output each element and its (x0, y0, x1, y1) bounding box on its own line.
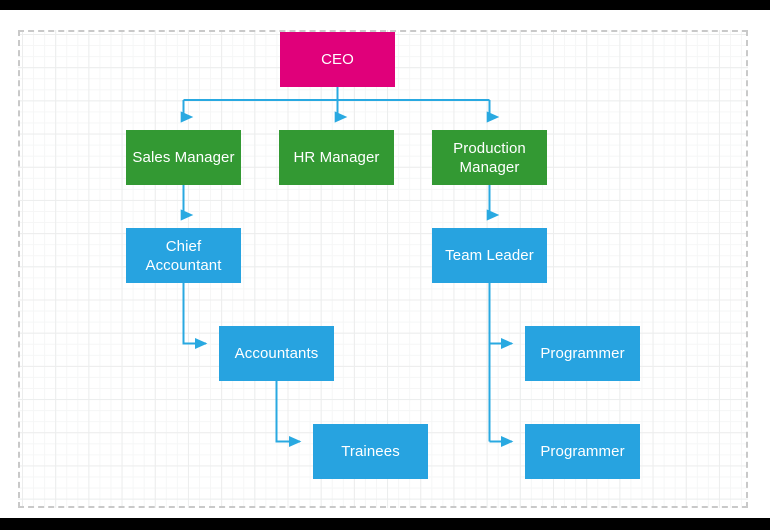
node-accountants-label: Accountants (234, 345, 319, 362)
node-programmer-2-label: Programmer (540, 443, 625, 460)
screenshot-frame: CEO Sales Manager HR Manager Production … (0, 0, 770, 530)
node-hr-manager[interactable]: HR Manager (279, 130, 394, 185)
node-trainees[interactable]: Trainees (313, 424, 428, 479)
node-team-leader[interactable]: Team Leader (432, 228, 547, 283)
node-accountants[interactable]: Accountants (219, 326, 334, 381)
node-programmer-1-label: Programmer (540, 345, 625, 362)
node-production-manager[interactable]: Production Manager (432, 130, 547, 185)
node-production-manager-label: Production Manager (453, 139, 526, 176)
node-hr-manager-label: HR Manager (293, 149, 380, 166)
node-trainees-label: Trainees (341, 443, 400, 460)
node-ceo[interactable]: CEO (280, 32, 395, 87)
node-sales-manager[interactable]: Sales Manager (126, 130, 241, 185)
node-programmer-2[interactable]: Programmer (525, 424, 640, 479)
node-sales-manager-label: Sales Manager (132, 149, 235, 166)
node-programmer-1[interactable]: Programmer (525, 326, 640, 381)
node-ceo-label: CEO (321, 51, 354, 68)
node-team-leader-label: Team Leader (445, 247, 534, 264)
node-chief-accountant[interactable]: Chief Accountant (126, 228, 241, 283)
node-chief-accountant-label: Chief Accountant (145, 237, 222, 274)
diagram-canvas: CEO Sales Manager HR Manager Production … (0, 10, 770, 518)
